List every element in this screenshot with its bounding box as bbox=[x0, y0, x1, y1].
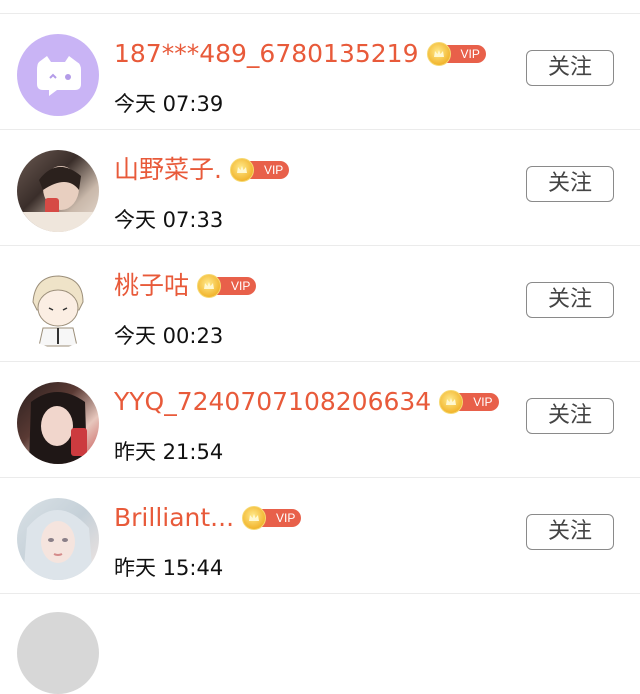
avatar[interactable] bbox=[17, 498, 99, 580]
vip-badge: VIP bbox=[229, 158, 290, 182]
list-item[interactable]: Brilliant... VIP 昨天 15:44 关注 bbox=[0, 478, 640, 594]
list-item[interactable]: 山野菜子. VIP 今天 07:33 关注 bbox=[0, 130, 640, 246]
timestamp: 昨天 21:54 bbox=[114, 440, 224, 464]
photo-image bbox=[17, 166, 99, 232]
avatar[interactable] bbox=[17, 266, 99, 348]
username[interactable]: 桃子咕 bbox=[114, 269, 189, 303]
follow-button[interactable]: 关注 bbox=[526, 50, 614, 86]
vip-badge: VIP bbox=[242, 506, 302, 530]
timestamp: 今天 07:39 bbox=[114, 92, 224, 116]
follow-button[interactable]: 关注 bbox=[526, 514, 614, 550]
username[interactable]: Brilliant... bbox=[114, 501, 234, 535]
username[interactable]: YYQ_7240707108206634 bbox=[114, 385, 431, 419]
cartoon-boy-image bbox=[32, 275, 84, 347]
photo-image bbox=[23, 510, 93, 580]
follow-button[interactable]: 关注 bbox=[526, 282, 614, 318]
list-item[interactable]: YYQ_7240707108206634 VIP 昨天 21:54 关注 bbox=[0, 362, 640, 478]
avatar[interactable] bbox=[17, 34, 99, 116]
vip-badge: VIP bbox=[197, 274, 257, 298]
avatar[interactable] bbox=[17, 150, 99, 232]
timestamp: 今天 00:23 bbox=[114, 324, 224, 348]
avatar[interactable] bbox=[17, 382, 99, 464]
photo-image bbox=[29, 392, 87, 464]
vip-badge: VIP bbox=[426, 42, 486, 66]
username[interactable]: 山野菜子. bbox=[114, 153, 222, 187]
crown-icon bbox=[242, 506, 267, 530]
crown-icon bbox=[197, 274, 222, 298]
username[interactable]: 187***489_6780135219 bbox=[114, 37, 419, 71]
follow-button[interactable]: 关注 bbox=[526, 398, 614, 434]
row-divider bbox=[0, 593, 640, 594]
crown-icon bbox=[426, 42, 451, 66]
list-item[interactable]: 187***489_6780135219 VIP 今天 07:39 关注 bbox=[0, 14, 640, 130]
avatar[interactable] bbox=[17, 612, 99, 694]
timestamp: 昨天 15:44 bbox=[114, 556, 224, 580]
chat-bubble-icon bbox=[37, 56, 81, 96]
crown-icon bbox=[229, 158, 254, 182]
list-item[interactable]: 桃子咕 VIP 今天 00:23 关注 bbox=[0, 246, 640, 362]
follow-button[interactable]: 关注 bbox=[526, 166, 614, 202]
timestamp: 今天 07:33 bbox=[114, 208, 224, 232]
vip-badge: VIP bbox=[439, 390, 499, 414]
